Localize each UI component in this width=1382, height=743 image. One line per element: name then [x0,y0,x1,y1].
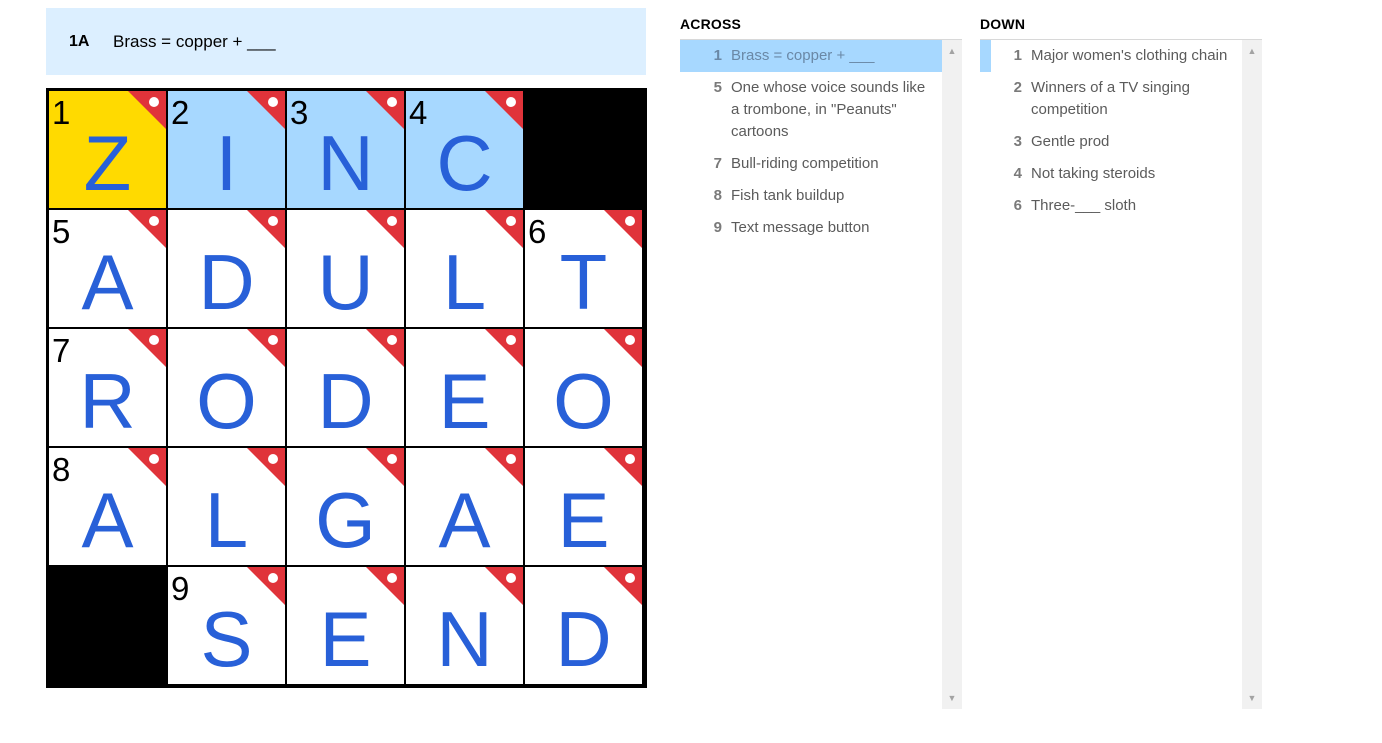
black-square [49,567,166,684]
cell-letter: O [553,357,614,445]
down-clue-item[interactable]: 6 Three-___ sloth [980,190,1242,222]
grid-cell[interactable]: 4C [406,91,523,208]
down-scrollbar[interactable]: ▲ ▼ [1242,40,1262,709]
grid-cell[interactable]: E [525,448,642,565]
cell-letter: A [81,476,134,564]
cell-letter: R [79,357,136,445]
clue-text: One whose voice sounds like a trombone, … [731,79,926,140]
clue-number: 3 [1013,133,1022,150]
clue-number: 1 [1013,47,1022,64]
across-clue-item[interactable]: 7 Bull-riding competition [680,148,942,180]
scroll-down-icon[interactable]: ▼ [1242,690,1262,706]
grid-cell[interactable]: N [406,567,523,684]
clue-number: 9 [713,219,722,236]
clue-text: Fish tank buildup [731,187,845,204]
grid-cell[interactable]: G [287,448,404,565]
clue-number: 4 [1013,165,1022,182]
cell-letter: I [215,119,238,207]
across-title: ACROSS [680,16,742,32]
current-clue-text: Brass = copper + ___ [113,31,276,51]
clue-text: Not taking steroids [1031,165,1156,182]
cell-letter: O [196,357,257,445]
grid-cell[interactable]: 7R [49,329,166,446]
current-clue-bar: 1A Brass = copper + ___ [46,8,646,75]
across-scrollbar[interactable]: ▲ ▼ [942,40,962,709]
across-clue-item[interactable]: 8 Fish tank buildup [680,180,942,212]
cell-letter: A [81,238,134,326]
grid-cell[interactable]: U [287,210,404,327]
cell-letter: U [317,238,374,326]
grid-cell[interactable]: D [287,329,404,446]
down-clue-item[interactable]: 4 Not taking steroids [980,158,1242,190]
grid-cell[interactable]: D [168,210,285,327]
grid-cell[interactable]: E [406,329,523,446]
cell-letter: E [438,357,491,445]
clue-text: Three-___ sloth [1031,197,1137,214]
scroll-down-icon[interactable]: ▼ [942,690,962,706]
current-clue-number: 1A [69,32,90,50]
cell-letter: E [319,595,372,683]
cell-letter: G [315,476,376,564]
down-clue-item[interactable]: 2 Winners of a TV singing competition [980,72,1242,126]
across-clue-item[interactable]: 9 Text message button [680,212,942,244]
crossword-grid: 1Z2I3N4C5ADUL6T7RODEO8ALGAE9SEND [46,88,647,688]
down-list-box: 1 Major women's clothing chain 2 Winners of… [980,39,1262,709]
clue-number: 1 [713,47,722,64]
down-title: DOWN [980,16,1026,32]
grid-cell[interactable]: 1Z [49,91,166,208]
black-square [525,91,642,208]
cell-letter: L [442,238,487,326]
clue-number: 8 [713,187,722,204]
cell-letter: T [559,238,608,326]
across-clue-list: ACROSS 1 Brass = copper + ___ 5 One whose v… [680,10,962,709]
cell-letter: C [436,119,493,207]
down-clue-item[interactable]: 3 Gentle prod [980,126,1242,158]
scroll-up-icon[interactable]: ▲ [1242,43,1262,59]
grid-cell[interactable]: 6T [525,210,642,327]
grid-cell[interactable]: 9S [168,567,285,684]
clue-number: 7 [713,155,722,172]
clue-text: Winners of a TV singing competition [1031,79,1190,118]
grid-cell[interactable]: D [525,567,642,684]
across-clue-item[interactable]: 1 Brass = copper + ___ [680,40,942,72]
grid-cell[interactable]: 3N [287,91,404,208]
grid-cell[interactable]: 8A [49,448,166,565]
cell-letter: L [204,476,249,564]
clue-text: Major women's clothing chain [1031,47,1228,64]
across-list-box: 1 Brass = copper + ___ 5 One whose voice so… [680,39,962,709]
grid-cell[interactable]: 5A [49,210,166,327]
grid-cell[interactable]: L [168,448,285,565]
clue-number: 6 [1013,197,1022,214]
grid-cell[interactable]: A [406,448,523,565]
down-clue-list: DOWN 1 Major women's clothing chain 2 Winne… [980,10,1262,709]
cell-letter: D [198,238,255,326]
cell-letter: N [436,595,493,683]
across-clue-item[interactable]: 5 One whose voice sounds like a trombone,… [680,72,942,148]
grid-cell[interactable]: E [287,567,404,684]
scroll-up-icon[interactable]: ▲ [942,43,962,59]
grid-cell[interactable]: O [168,329,285,446]
cell-letter: N [317,119,374,207]
grid-cell[interactable]: L [406,210,523,327]
clue-text: Text message button [731,219,870,236]
clue-number: 5 [713,79,722,96]
grid-cell[interactable]: O [525,329,642,446]
cell-letter: A [438,476,491,564]
down-clue-item[interactable]: 1 Major women's clothing chain [980,40,1242,72]
cell-letter: Z [83,119,132,207]
cell-letter: S [200,595,253,683]
clue-text: Brass = copper + ___ [731,47,875,64]
cell-letter: E [557,476,610,564]
grid-cell[interactable]: 2I [168,91,285,208]
clue-text: Bull-riding competition [731,155,879,172]
cell-letter: D [317,357,374,445]
clue-text: Gentle prod [1031,133,1110,150]
clue-number: 2 [1013,79,1022,96]
cell-letter: D [555,595,612,683]
